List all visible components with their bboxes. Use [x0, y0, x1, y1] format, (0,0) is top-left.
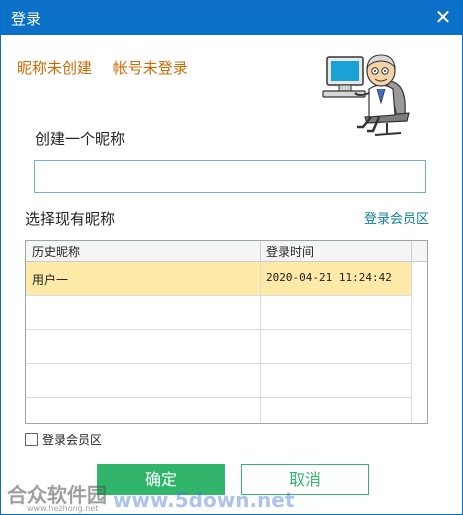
nickname-input[interactable] [34, 160, 426, 193]
account-status: 帐号未登录 [112, 59, 188, 77]
table-row-empty [26, 296, 411, 330]
watermark-url: www.5down.net [113, 488, 295, 512]
member-area-checkbox[interactable]: 登录会员区 [25, 431, 102, 448]
nickname-history-table[interactable]: 历史昵称 登录时间 用户一 2020-04-21 11:24:42 [25, 240, 428, 424]
select-nickname-label: 选择现有昵称 [25, 210, 116, 228]
table-row-empty [26, 330, 411, 364]
member-area-link[interactable]: 登录会员区 [364, 208, 429, 227]
column-header-login-time[interactable]: 登录时间 [266, 243, 314, 260]
column-divider [260, 241, 261, 261]
column-divider [260, 261, 261, 423]
login-status: 昵称未创建 帐号未登录 [17, 57, 188, 78]
close-icon[interactable]: ✕ [432, 6, 454, 28]
watermark-small-url: www.hezhong.net [27, 504, 99, 513]
checkbox-box[interactable] [25, 433, 38, 446]
table-row-empty [26, 364, 411, 398]
table-header: 历史昵称 登录时间 [26, 241, 427, 262]
login-dialog: 登录 ✕ 昵称未创建 帐号未登录 创建一个昵称 选择现有昵称 登录会员区 历史昵… [0, 0, 463, 515]
column-divider [411, 241, 412, 261]
nickname-status: 昵称未创建 [17, 59, 93, 77]
table-row[interactable]: 用户一 2020-04-21 11:24:42 [26, 262, 411, 296]
window-title: 登录 [11, 10, 42, 28]
table-row-empty [26, 398, 411, 423]
row-nickname: 用户一 [32, 273, 69, 287]
create-nickname-label: 创建一个昵称 [35, 130, 126, 148]
user-avatar-illustration [322, 54, 410, 136]
title-bar: 登录 ✕ [1, 1, 462, 35]
column-divider [411, 261, 412, 423]
row-login-time: 2020-04-21 11:24:42 [266, 271, 392, 284]
member-area-checkbox-label: 登录会员区 [42, 433, 103, 447]
column-header-history-nickname[interactable]: 历史昵称 [32, 243, 80, 260]
